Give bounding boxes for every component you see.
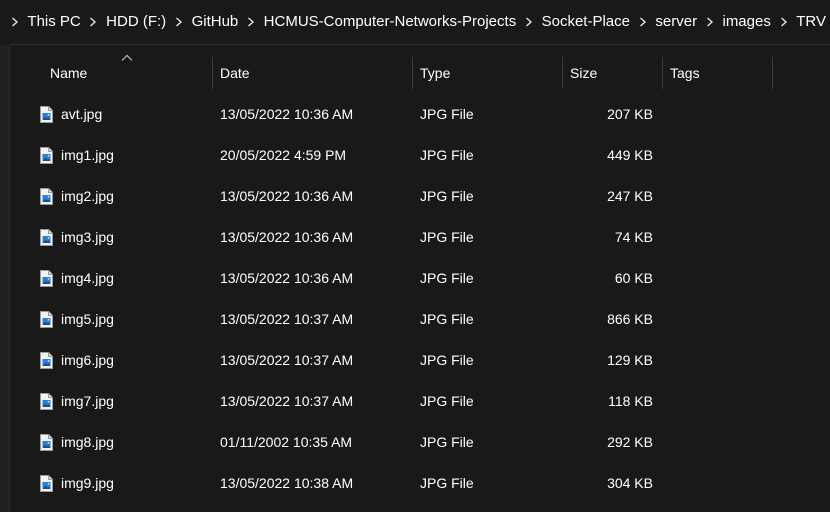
navigation-pane-edge[interactable]	[0, 45, 10, 512]
file-date: 01/11/2002 10:35 AM	[220, 434, 353, 450]
file-row[interactable]: img5.jpg 13/05/2022 10:37 AM JPG File 866 K…	[12, 299, 830, 340]
jpg-file-icon	[38, 188, 54, 205]
file-type: JPG File	[420, 229, 474, 245]
chevron-right-icon[interactable]	[520, 17, 537, 27]
jpg-file-icon	[38, 229, 54, 246]
file-type: JPG File	[420, 270, 474, 286]
column-header-name[interactable]: Name	[42, 57, 212, 89]
chevron-right-icon[interactable]	[170, 17, 187, 27]
file-name: img8.jpg	[61, 434, 114, 450]
file-date: 13/05/2022 10:37 AM	[220, 352, 354, 368]
file-row[interactable]: avt.jpg 13/05/2022 10:36 AM JPG File 207 KB	[12, 94, 830, 135]
breadcrumb-item-server[interactable]: server	[651, 8, 701, 36]
file-date: 13/05/2022 10:37 AM	[220, 311, 354, 327]
breadcrumb-item-images[interactable]: images	[718, 8, 774, 36]
breadcrumb: This PC HDD (F:) GitHub HCMUS-Computer-N…	[0, 0, 830, 44]
jpg-file-icon	[38, 270, 54, 287]
jpg-file-icon	[38, 352, 54, 369]
jpg-file-icon	[38, 475, 54, 492]
chevron-right-icon[interactable]	[634, 17, 651, 27]
file-name: img9.jpg	[61, 475, 114, 491]
file-name: img3.jpg	[61, 229, 114, 245]
file-size: 247 KB	[607, 188, 653, 204]
breadcrumb-item-project[interactable]: HCMUS-Computer-Networks-Projects	[260, 8, 521, 36]
file-row[interactable]: img7.jpg 13/05/2022 10:37 AM JPG File 118 K…	[12, 381, 830, 422]
jpg-file-icon	[38, 147, 54, 164]
file-explorer-window: This PC HDD (F:) GitHub HCMUS-Computer-N…	[0, 0, 830, 512]
file-name: img4.jpg	[61, 270, 114, 286]
file-row[interactable]: img9.jpg 13/05/2022 10:38 AM JPG File 304 K…	[12, 463, 830, 504]
chevron-right-icon[interactable]	[242, 17, 259, 27]
file-type: JPG File	[420, 188, 474, 204]
column-header-type[interactable]: Type	[412, 57, 562, 89]
file-type: JPG File	[420, 311, 474, 327]
file-name: img5.jpg	[61, 311, 114, 327]
file-date: 13/05/2022 10:36 AM	[220, 229, 354, 245]
file-size: 866 KB	[607, 311, 653, 327]
breadcrumb-item-this-pc[interactable]: This PC	[23, 8, 84, 36]
jpg-file-icon	[38, 106, 54, 123]
jpg-file-icon	[38, 393, 54, 410]
column-header-date[interactable]: Date	[212, 57, 412, 89]
file-date: 13/05/2022 10:37 AM	[220, 393, 354, 409]
file-list: avt.jpg 13/05/2022 10:36 AM JPG File 207 KB…	[12, 94, 830, 504]
breadcrumb-item-trv[interactable]: TRV	[792, 8, 830, 36]
file-size: 129 KB	[607, 352, 653, 368]
chevron-right-icon[interactable]	[6, 17, 23, 27]
file-row[interactable]: img1.jpg 20/05/2022 4:59 PM JPG File 449 KB	[12, 135, 830, 176]
column-header-size[interactable]: Size	[562, 57, 662, 89]
file-name: img7.jpg	[61, 393, 114, 409]
file-row[interactable]: img3.jpg 13/05/2022 10:36 AM JPG File 74 KB	[12, 217, 830, 258]
file-type: JPG File	[420, 352, 474, 368]
file-size: 74 KB	[614, 229, 653, 245]
chevron-right-icon[interactable]	[775, 17, 792, 27]
file-type: JPG File	[420, 475, 474, 491]
file-name: img2.jpg	[61, 188, 114, 204]
breadcrumb-item-hdd[interactable]: HDD (F:)	[102, 8, 170, 36]
file-type: JPG File	[420, 393, 474, 409]
file-name: img6.jpg	[61, 352, 114, 368]
file-size: 60 KB	[614, 270, 653, 286]
chevron-right-icon[interactable]	[85, 17, 102, 27]
file-type: JPG File	[420, 106, 474, 122]
file-date: 13/05/2022 10:36 AM	[220, 270, 354, 286]
file-date: 20/05/2022 4:59 PM	[220, 147, 347, 163]
column-divider[interactable]	[772, 57, 773, 89]
file-row[interactable]: img2.jpg 13/05/2022 10:36 AM JPG File 247 K…	[12, 176, 830, 217]
file-name: avt.jpg	[61, 106, 103, 122]
file-type: JPG File	[420, 434, 474, 450]
file-size: 449 KB	[607, 147, 653, 163]
jpg-file-icon	[38, 434, 54, 451]
file-date: 13/05/2022 10:38 AM	[220, 475, 354, 491]
file-size: 207 KB	[607, 106, 653, 122]
column-header-tags[interactable]: Tags	[662, 57, 772, 89]
file-type: JPG File	[420, 147, 474, 163]
file-size: 292 KB	[607, 434, 653, 450]
file-date: 13/05/2022 10:36 AM	[220, 188, 354, 204]
file-row[interactable]: img6.jpg 13/05/2022 10:37 AM JPG File 129 K…	[12, 340, 830, 381]
file-row[interactable]: img4.jpg 13/05/2022 10:36 AM JPG File 60 KB	[12, 258, 830, 299]
file-name: img1.jpg	[61, 147, 114, 163]
breadcrumb-item-github[interactable]: GitHub	[188, 8, 243, 36]
breadcrumb-item-socket-place[interactable]: Socket-Place	[538, 8, 634, 36]
chevron-right-icon[interactable]	[701, 17, 718, 27]
file-row[interactable]: img8.jpg 01/11/2002 10:35 AM JPG File 292 K…	[12, 422, 830, 463]
file-size: 304 KB	[607, 475, 653, 491]
column-headers: Name Date Type Size Tags	[12, 45, 830, 101]
file-size: 118 KB	[608, 393, 653, 409]
file-date: 13/05/2022 10:36 AM	[220, 106, 354, 122]
jpg-file-icon	[38, 311, 54, 328]
